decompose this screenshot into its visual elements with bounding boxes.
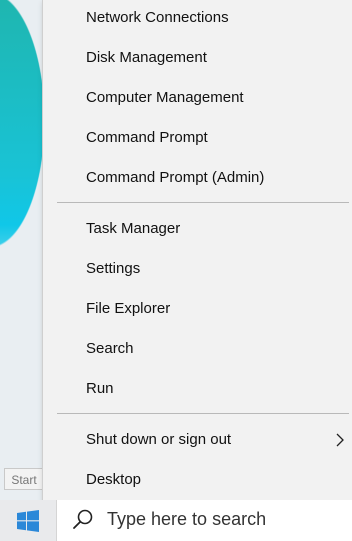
menu-item-file-explorer[interactable]: File Explorer — [43, 289, 351, 329]
search-icon — [73, 509, 93, 529]
menu-item-command-prompt[interactable]: Command Prompt — [43, 118, 351, 158]
menu-item-task-manager[interactable]: Task Manager — [43, 209, 351, 249]
menu-item-search[interactable]: Search — [43, 329, 351, 369]
taskbar: Type here to search — [0, 500, 352, 541]
menu-item-computer-management[interactable]: Computer Management — [43, 78, 351, 118]
menu-item-network-connections[interactable]: Network Connections — [43, 0, 351, 38]
menu-item-desktop[interactable]: Desktop — [43, 460, 351, 500]
menu-item-command-prompt-admin[interactable]: Command Prompt (Admin) — [43, 158, 351, 198]
chevron-right-icon — [336, 433, 344, 447]
windows-logo-icon — [17, 509, 39, 532]
menu-item-shut-down-or-sign-out[interactable]: Shut down or sign out — [43, 420, 351, 460]
menu-item-settings[interactable]: Settings — [43, 249, 351, 289]
menu-item-label: Shut down or sign out — [86, 431, 232, 448]
taskbar-search-box[interactable]: Type here to search — [56, 500, 352, 541]
menu-separator — [57, 413, 349, 414]
menu-item-run[interactable]: Run — [43, 369, 351, 409]
winx-context-menu: Network Connections Disk Management Comp… — [42, 0, 352, 510]
menu-separator — [57, 202, 349, 203]
search-placeholder: Type here to search — [107, 509, 267, 529]
start-button[interactable] — [0, 500, 56, 541]
start-tooltip: Start — [4, 468, 44, 490]
menu-item-disk-management[interactable]: Disk Management — [43, 38, 351, 78]
